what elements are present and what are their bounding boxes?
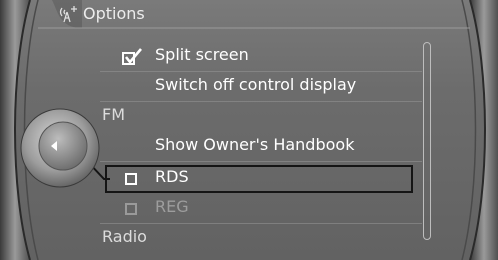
section-label: FM [102,105,126,124]
menu-item-label: Show Owner's Handbook [155,135,355,154]
page-title: Options [83,4,145,23]
section-label: Radio [102,227,147,246]
menu-item-label: Switch off control display [155,75,357,94]
menu-item-split-screen[interactable]: Split screen [100,42,422,72]
control-display-screen: Options Split screen Switch off control … [0,0,498,260]
menu-item-label: Split screen [155,45,249,64]
section-header-fm: FM [100,102,422,132]
menu-item-label: REG [155,197,189,216]
scrollbar[interactable] [423,42,431,240]
menu-item-reg: REG [100,194,422,224]
section-header-radio: Radio [100,224,422,254]
menu-item-owners-handbook[interactable]: Show Owner's Handbook [100,132,422,162]
checkbox-icon [125,203,137,215]
selection-highlight [105,165,413,193]
controller-knob[interactable] [20,108,100,188]
menu-item-switch-off-display[interactable]: Switch off control display [100,72,422,102]
antenna-signal-icon [59,6,77,23]
checked-box-icon [122,48,142,65]
